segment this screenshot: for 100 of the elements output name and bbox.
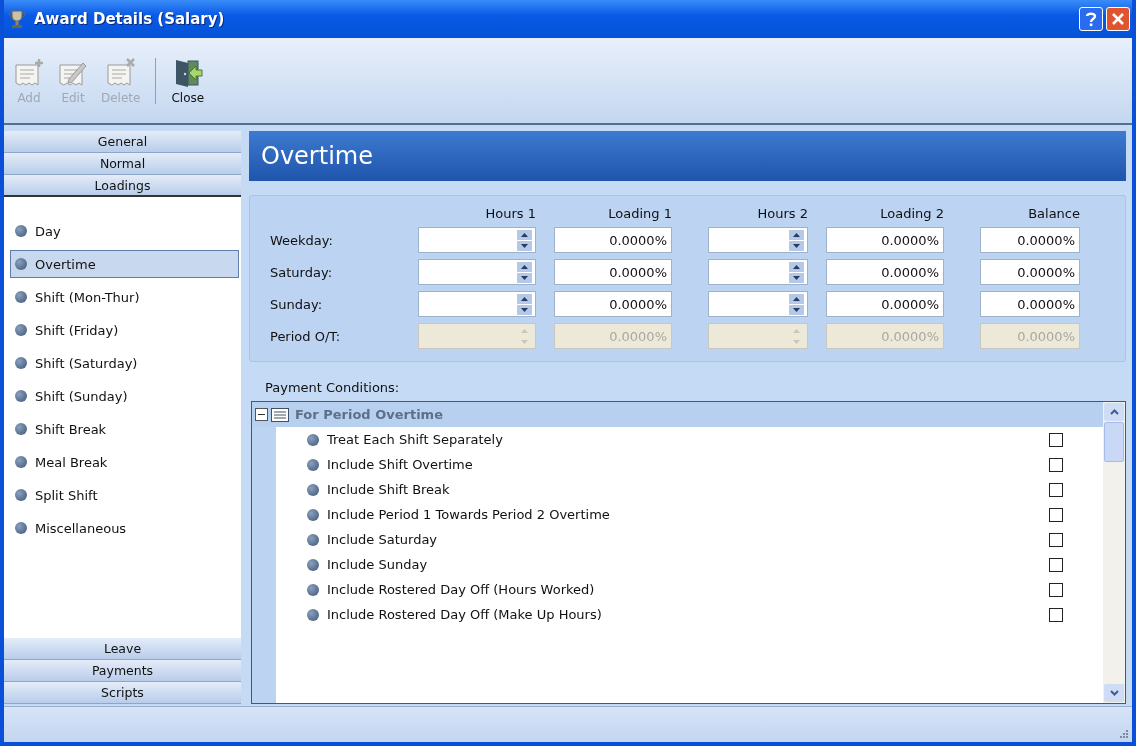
spin-field[interactable] bbox=[418, 259, 536, 285]
bullet-icon bbox=[15, 357, 27, 369]
bullet-icon bbox=[15, 489, 27, 501]
spin-field[interactable] bbox=[418, 227, 536, 253]
bullet-icon bbox=[15, 390, 27, 402]
sidebar-item[interactable]: Shift (Saturday) bbox=[10, 349, 239, 377]
spin-field[interactable] bbox=[418, 291, 536, 317]
spin-up-icon bbox=[517, 293, 532, 304]
row-label: Saturday: bbox=[270, 264, 334, 280]
percent-field[interactable]: 0.0000% bbox=[980, 291, 1080, 317]
percent-field[interactable]: 0.0000% bbox=[980, 227, 1080, 253]
bullet-icon bbox=[307, 608, 319, 621]
checkbox[interactable] bbox=[1049, 482, 1063, 497]
percent-field[interactable]: 0.0000% bbox=[826, 259, 944, 285]
bullet-icon bbox=[307, 483, 319, 496]
sidebar-tab[interactable]: Leave bbox=[4, 638, 241, 660]
list-icon bbox=[271, 407, 289, 422]
spin-down-icon bbox=[517, 240, 532, 251]
conditions-label: Payment Conditions: bbox=[265, 380, 401, 395]
condition-label: Include Saturday bbox=[327, 532, 439, 547]
spin-up-icon bbox=[517, 261, 532, 272]
checkbox[interactable] bbox=[1049, 557, 1063, 572]
bullet-icon bbox=[15, 291, 27, 303]
sidebar-item[interactable]: Shift (Sunday) bbox=[10, 382, 239, 410]
toolbar-button[interactable]: Close bbox=[168, 54, 208, 107]
bullet-icon bbox=[307, 533, 319, 546]
bullet-icon bbox=[307, 508, 319, 521]
close-icon bbox=[1111, 12, 1125, 26]
window-title: Award Details (Salary) bbox=[34, 10, 225, 28]
resize-grip-icon[interactable] bbox=[1118, 728, 1128, 738]
percent-field[interactable]: 0.0000% bbox=[554, 227, 672, 253]
bullet-icon bbox=[307, 558, 319, 571]
condition-label: Treat Each Shift Separately bbox=[327, 432, 504, 447]
bullet-icon bbox=[15, 225, 27, 237]
sidebar-item[interactable]: Day bbox=[10, 217, 239, 245]
column-header: Loading 1 bbox=[607, 206, 672, 221]
spin-up-icon bbox=[517, 229, 532, 240]
percent-field[interactable]: 0.0000% bbox=[554, 291, 672, 317]
bullet-icon bbox=[15, 258, 27, 270]
spin-up-icon bbox=[789, 293, 804, 304]
sidebar-tab[interactable]: Loadings bbox=[4, 175, 241, 197]
bullet-icon bbox=[15, 324, 27, 336]
checkbox[interactable] bbox=[1049, 582, 1063, 597]
column-header: Balance bbox=[1027, 206, 1080, 221]
scroll-up-icon[interactable] bbox=[1104, 403, 1124, 421]
spin-up-icon bbox=[789, 229, 804, 240]
checkbox[interactable] bbox=[1049, 507, 1063, 522]
bullet-icon bbox=[307, 583, 319, 596]
column-header: Loading 2 bbox=[879, 206, 944, 221]
sidebar-item[interactable]: Meal Break bbox=[10, 448, 239, 476]
condition-label: Include Period 1 Towards Period 2 Overtime bbox=[327, 507, 611, 522]
condition-label: Include Sunday bbox=[327, 557, 429, 572]
spin-down-icon bbox=[517, 272, 532, 283]
sidebar-item[interactable]: Shift (Friday) bbox=[10, 316, 239, 344]
spin-down-icon bbox=[517, 304, 532, 315]
sidebar-tab[interactable]: Scripts bbox=[4, 682, 241, 704]
row-label: Sunday: bbox=[270, 296, 324, 312]
percent-field[interactable]: 0.0000% bbox=[826, 227, 944, 253]
spin-up-icon bbox=[789, 261, 804, 272]
spin-down-icon bbox=[789, 272, 804, 283]
bullet-icon bbox=[15, 423, 27, 435]
scroll-down-icon[interactable] bbox=[1104, 684, 1124, 702]
spin-field[interactable] bbox=[708, 259, 808, 285]
section-heading: Overtime bbox=[249, 131, 1126, 181]
delete-document-icon bbox=[104, 56, 137, 89]
group-title: For Period Overtime bbox=[295, 407, 443, 422]
percent-field[interactable]: 0.0000% bbox=[826, 291, 944, 317]
sidebar-tab[interactable]: Payments bbox=[4, 660, 241, 682]
checkbox[interactable] bbox=[1049, 532, 1063, 547]
bullet-icon bbox=[15, 522, 27, 534]
condition-label: Include Shift Break bbox=[327, 482, 451, 497]
help-button[interactable] bbox=[1079, 7, 1103, 31]
scrollbar[interactable] bbox=[1103, 402, 1125, 703]
sidebar-item[interactable]: Miscellaneous bbox=[10, 514, 239, 542]
sidebar-item[interactable]: Split Shift bbox=[10, 481, 239, 509]
bullet-icon bbox=[15, 456, 27, 468]
column-header: Hours 2 bbox=[756, 206, 808, 221]
sidebar-tab[interactable]: General bbox=[4, 131, 241, 153]
row-label: Weekday: bbox=[270, 232, 334, 248]
sidebar-item[interactable]: Shift (Mon-Thur) bbox=[10, 283, 239, 311]
spin-field[interactable] bbox=[708, 227, 808, 253]
bullet-icon bbox=[307, 458, 319, 471]
spin-field[interactable] bbox=[708, 291, 808, 317]
spin-down-icon bbox=[789, 240, 804, 251]
checkbox[interactable] bbox=[1049, 432, 1063, 447]
close-button[interactable] bbox=[1106, 7, 1130, 31]
condition-label: Include Rostered Day Off (Hours Worked) bbox=[327, 582, 596, 597]
sidebar-item[interactable]: Shift Break bbox=[10, 415, 239, 443]
trophy-icon bbox=[8, 9, 26, 29]
column-header: Hours 1 bbox=[484, 206, 536, 221]
percent-field[interactable]: 0.0000% bbox=[980, 259, 1080, 285]
sidebar-item[interactable]: Overtime bbox=[10, 250, 239, 278]
sidebar-tab[interactable]: Normal bbox=[4, 153, 241, 175]
checkbox[interactable] bbox=[1049, 607, 1063, 622]
scroll-thumb[interactable] bbox=[1104, 422, 1124, 462]
condition-label: Include Shift Overtime bbox=[327, 457, 474, 472]
add-document-icon bbox=[13, 56, 45, 89]
percent-field[interactable]: 0.0000% bbox=[554, 259, 672, 285]
bullet-icon bbox=[307, 433, 319, 446]
checkbox[interactable] bbox=[1049, 457, 1063, 472]
